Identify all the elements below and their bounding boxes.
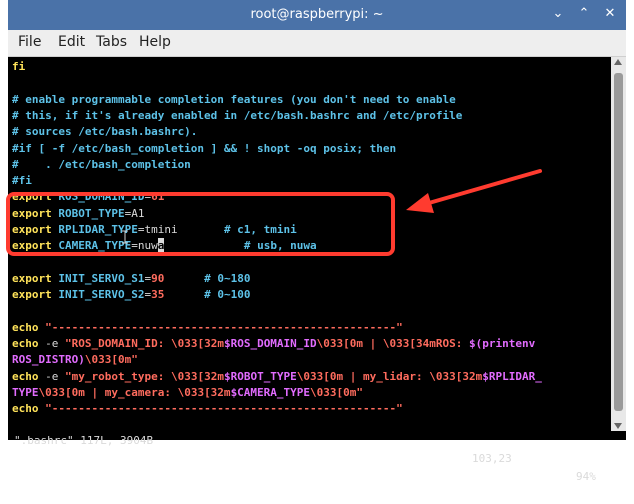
terminal-line: # enable programmable completion feature… [12, 92, 456, 108]
terminal-text: \033[0m | \033[34mROS: [316, 337, 469, 351]
terminal-line: # this, if it's already enabled in /etc/… [12, 108, 462, 124]
terminal-text: echo [12, 369, 46, 383]
terminal-text: $RPLIDAR_ [482, 369, 542, 383]
terminal-text: \033[0m | my_lidar: \033[32m [296, 369, 483, 383]
window-title: root@raspberrypi: ~ [250, 7, 384, 22]
terminal-text: echo [12, 320, 46, 334]
terminal-line: export INIT_SERVO_S2=35 # 0~100 [12, 287, 250, 303]
terminal-text: $ROS_DOMAIN_ID [223, 337, 317, 351]
terminal-text: #if [ -f /etc/bash_completion ] && ! sho… [12, 141, 397, 155]
terminal-text: fi [12, 60, 26, 73]
status-cursor-position: 103,23 [472, 452, 512, 465]
terminal-line: echo "----------------------------------… [12, 320, 403, 336]
terminal-line: echo -e "ROS_DOMAIN_ID: \033[32m$ROS_DOM… [12, 336, 535, 352]
terminal-text: # 0~180 [204, 271, 251, 285]
window-controls: ⌄ ⌃ ✕ [550, 6, 618, 21]
terminal-text: \033[0m | my_camera: \033[32m [38, 386, 231, 399]
terminal-text: 35 [151, 288, 165, 302]
terminal-text: 90 [151, 271, 165, 285]
terminal-text: echo [12, 337, 46, 351]
terminal-text: #fi [12, 174, 32, 188]
menu-edit[interactable]: Edit [58, 34, 85, 50]
terminal-line: #fi [12, 173, 32, 189]
menu-file[interactable]: File [18, 34, 41, 50]
status-file-info: ".bashrc" 117L, 3904B [14, 434, 154, 447]
terminal-text: $CAMERA_TYPE [230, 386, 311, 399]
terminal-line: # sources /etc/bash.bashrc). [12, 124, 197, 140]
terminal-text: "my_robot_type: \033[32m [65, 369, 224, 383]
maximize-icon[interactable]: ⌃ [576, 6, 592, 21]
scroll-down-icon[interactable] [614, 423, 622, 429]
terminal-text: "---------------------------------------… [45, 320, 403, 334]
terminal-text: export [12, 271, 59, 285]
terminal-text: INIT_SERVO_S2 [58, 288, 145, 302]
terminal-text: # sources /etc/bash.bashrc). [12, 125, 198, 139]
close-icon[interactable]: ✕ [602, 6, 618, 21]
terminal-text: \033[0m" [84, 353, 138, 367]
terminal-text: # this, if it's already enabled in /etc/… [12, 108, 463, 122]
menu-help[interactable]: Help [139, 34, 171, 50]
arrow-icon [406, 169, 542, 213]
terminal-line: #if [ -f /etc/bash_completion ] && ! sho… [12, 141, 396, 157]
terminal-line: TYPE\033[0m | my_camera: \033[32m$CAMERA… [12, 385, 363, 401]
vim-status-line: ".bashrc" 117L, 3904B 103,23 94% [8, 414, 611, 483]
terminal-text: # . /etc/bash_completion [12, 157, 191, 171]
scrollbar[interactable] [611, 57, 626, 431]
terminal-text: INIT_SERVO_S1 [58, 271, 145, 285]
terminal-text: export [12, 288, 59, 302]
terminal-text: $ROBOT_TYPE [223, 369, 297, 383]
scrollbar-thumb[interactable] [614, 73, 623, 411]
terminal-line: export INIT_SERVO_S1=90 # 0~180 [12, 271, 250, 287]
annotation-highlight-box [6, 192, 395, 256]
terminal-line: fi [12, 59, 25, 75]
terminal-text: ROS_DISTRO) [12, 353, 85, 367]
terminal-text: \033[0m" [310, 386, 364, 399]
minimize-icon[interactable]: ⌄ [550, 6, 566, 21]
terminal-text: "ROS_DOMAIN_ID: \033[32m [65, 337, 224, 351]
terminal-text: -e [45, 337, 65, 351]
terminal-text: TYPE [12, 386, 39, 399]
scroll-up-icon[interactable] [614, 59, 622, 65]
menu-bar: File Edit Tabs Help [8, 30, 626, 57]
menu-tabs[interactable]: Tabs [96, 34, 127, 50]
terminal-text: $(printenv [469, 337, 536, 351]
terminal-text: -e [45, 369, 65, 383]
text-cursor-icon [122, 230, 128, 244]
terminal-text: # enable programmable completion feature… [12, 92, 456, 106]
terminal-line: ROS_DISTRO)\033[0m" [12, 352, 138, 368]
terminal-text: # 0~100 [204, 288, 251, 302]
status-scroll-percent: 94% [576, 470, 596, 483]
terminal-line: echo -e "my_robot_type: \033[32m$ROBOT_T… [12, 369, 542, 385]
title-bar[interactable]: root@raspberrypi: ~ ⌄ ⌃ ✕ [8, 0, 626, 30]
terminal-line: # . /etc/bash_completion [12, 157, 191, 173]
